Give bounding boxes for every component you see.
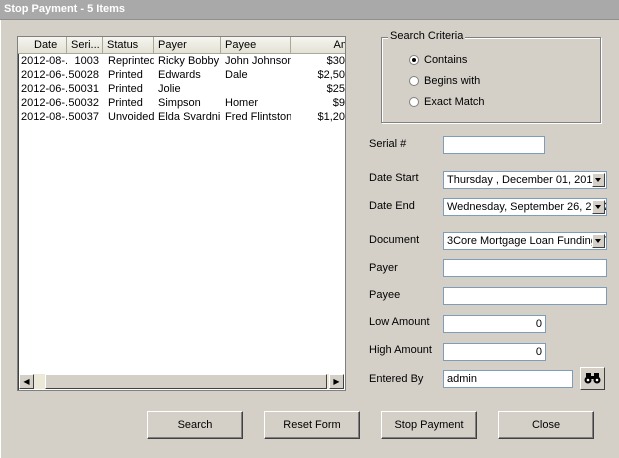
document-select[interactable]: 3Core Mortgage Loan Funding Tran (443, 232, 607, 250)
column-date[interactable]: Date (18, 37, 67, 53)
payee-label: Payee (369, 289, 401, 301)
list-header: Date Seri... Status Payer Payee Am (18, 37, 345, 54)
column-payer[interactable]: Payer (154, 37, 221, 53)
radio-begins-with[interactable]: Begins with (409, 75, 589, 89)
high-amount-input[interactable]: 0 (443, 343, 546, 361)
date-end-label: Date End (369, 200, 415, 212)
chevron-down-icon[interactable] (592, 234, 605, 248)
binoculars-icon (584, 373, 601, 384)
column-serial[interactable]: Seri... (67, 37, 103, 53)
table-row[interactable]: 2012-06-... 50032 Printed Simpson Homer … (18, 96, 345, 110)
entered-by-label: Entered By (369, 373, 424, 385)
scroll-thumb[interactable] (45, 374, 327, 389)
table-row[interactable]: 2012-08-... 1003 Reprinted Ricky Bobby J… (18, 54, 345, 68)
column-payee[interactable]: Payee (221, 37, 291, 53)
radio-unselected-icon[interactable] (409, 76, 419, 86)
radio-selected-icon[interactable] (409, 55, 419, 65)
table-row[interactable]: 2012-06-... 50028 Printed Edwards Dale $… (18, 68, 345, 82)
window-title: Stop Payment - 5 Items (4, 3, 126, 15)
date-end-picker[interactable]: Wednesday, September 26, 2012 (443, 198, 607, 216)
lookup-button[interactable] (580, 367, 605, 390)
search-criteria-legend: Search Criteria (388, 30, 466, 42)
chevron-down-icon[interactable] (592, 200, 605, 214)
table-row[interactable]: 2012-08-... 50037 Unvoided Elda Svardnik… (18, 110, 345, 124)
date-start-picker[interactable]: Thursday , December 01, 2011 (443, 171, 607, 189)
high-amount-label: High Amount (369, 344, 432, 356)
radio-contains[interactable]: Contains (409, 54, 589, 68)
scroll-right-icon[interactable]: ▶ (329, 374, 344, 389)
payee-input[interactable] (443, 287, 607, 305)
search-criteria-group: Search Criteria Contains Begins with Exa… (381, 30, 601, 123)
chevron-down-icon[interactable] (592, 173, 605, 187)
column-amount[interactable]: Am (291, 37, 345, 53)
low-amount-label: Low Amount (369, 316, 430, 328)
radio-exact-match[interactable]: Exact Match (409, 96, 589, 110)
payments-list[interactable]: Date Seri... Status Payer Payee Am 2012-… (17, 36, 346, 391)
scroll-left-icon[interactable]: ◀ (19, 374, 34, 389)
serial-input[interactable] (443, 136, 545, 154)
payer-label: Payer (369, 262, 398, 274)
payer-input[interactable] (443, 259, 607, 277)
reset-form-button[interactable]: Reset Form (264, 411, 360, 439)
stop-payment-button[interactable]: Stop Payment (381, 411, 477, 439)
low-amount-input[interactable]: 0 (443, 315, 546, 333)
search-button[interactable]: Search (147, 411, 243, 439)
document-label: Document (369, 234, 420, 246)
radio-unselected-icon[interactable] (409, 97, 419, 107)
serial-label: Serial # (369, 138, 407, 150)
table-row[interactable]: 2012-06-... 50031 Printed Jolie $25 (18, 82, 345, 96)
close-button[interactable]: Close (498, 411, 594, 439)
title-bar: Stop Payment - 5 Items (0, 0, 619, 20)
horizontal-scrollbar[interactable]: ◀ ▶ (19, 374, 344, 389)
column-status[interactable]: Status (103, 37, 154, 53)
entered-by-input[interactable]: admin (443, 370, 573, 388)
date-start-label: Date Start (369, 172, 419, 184)
